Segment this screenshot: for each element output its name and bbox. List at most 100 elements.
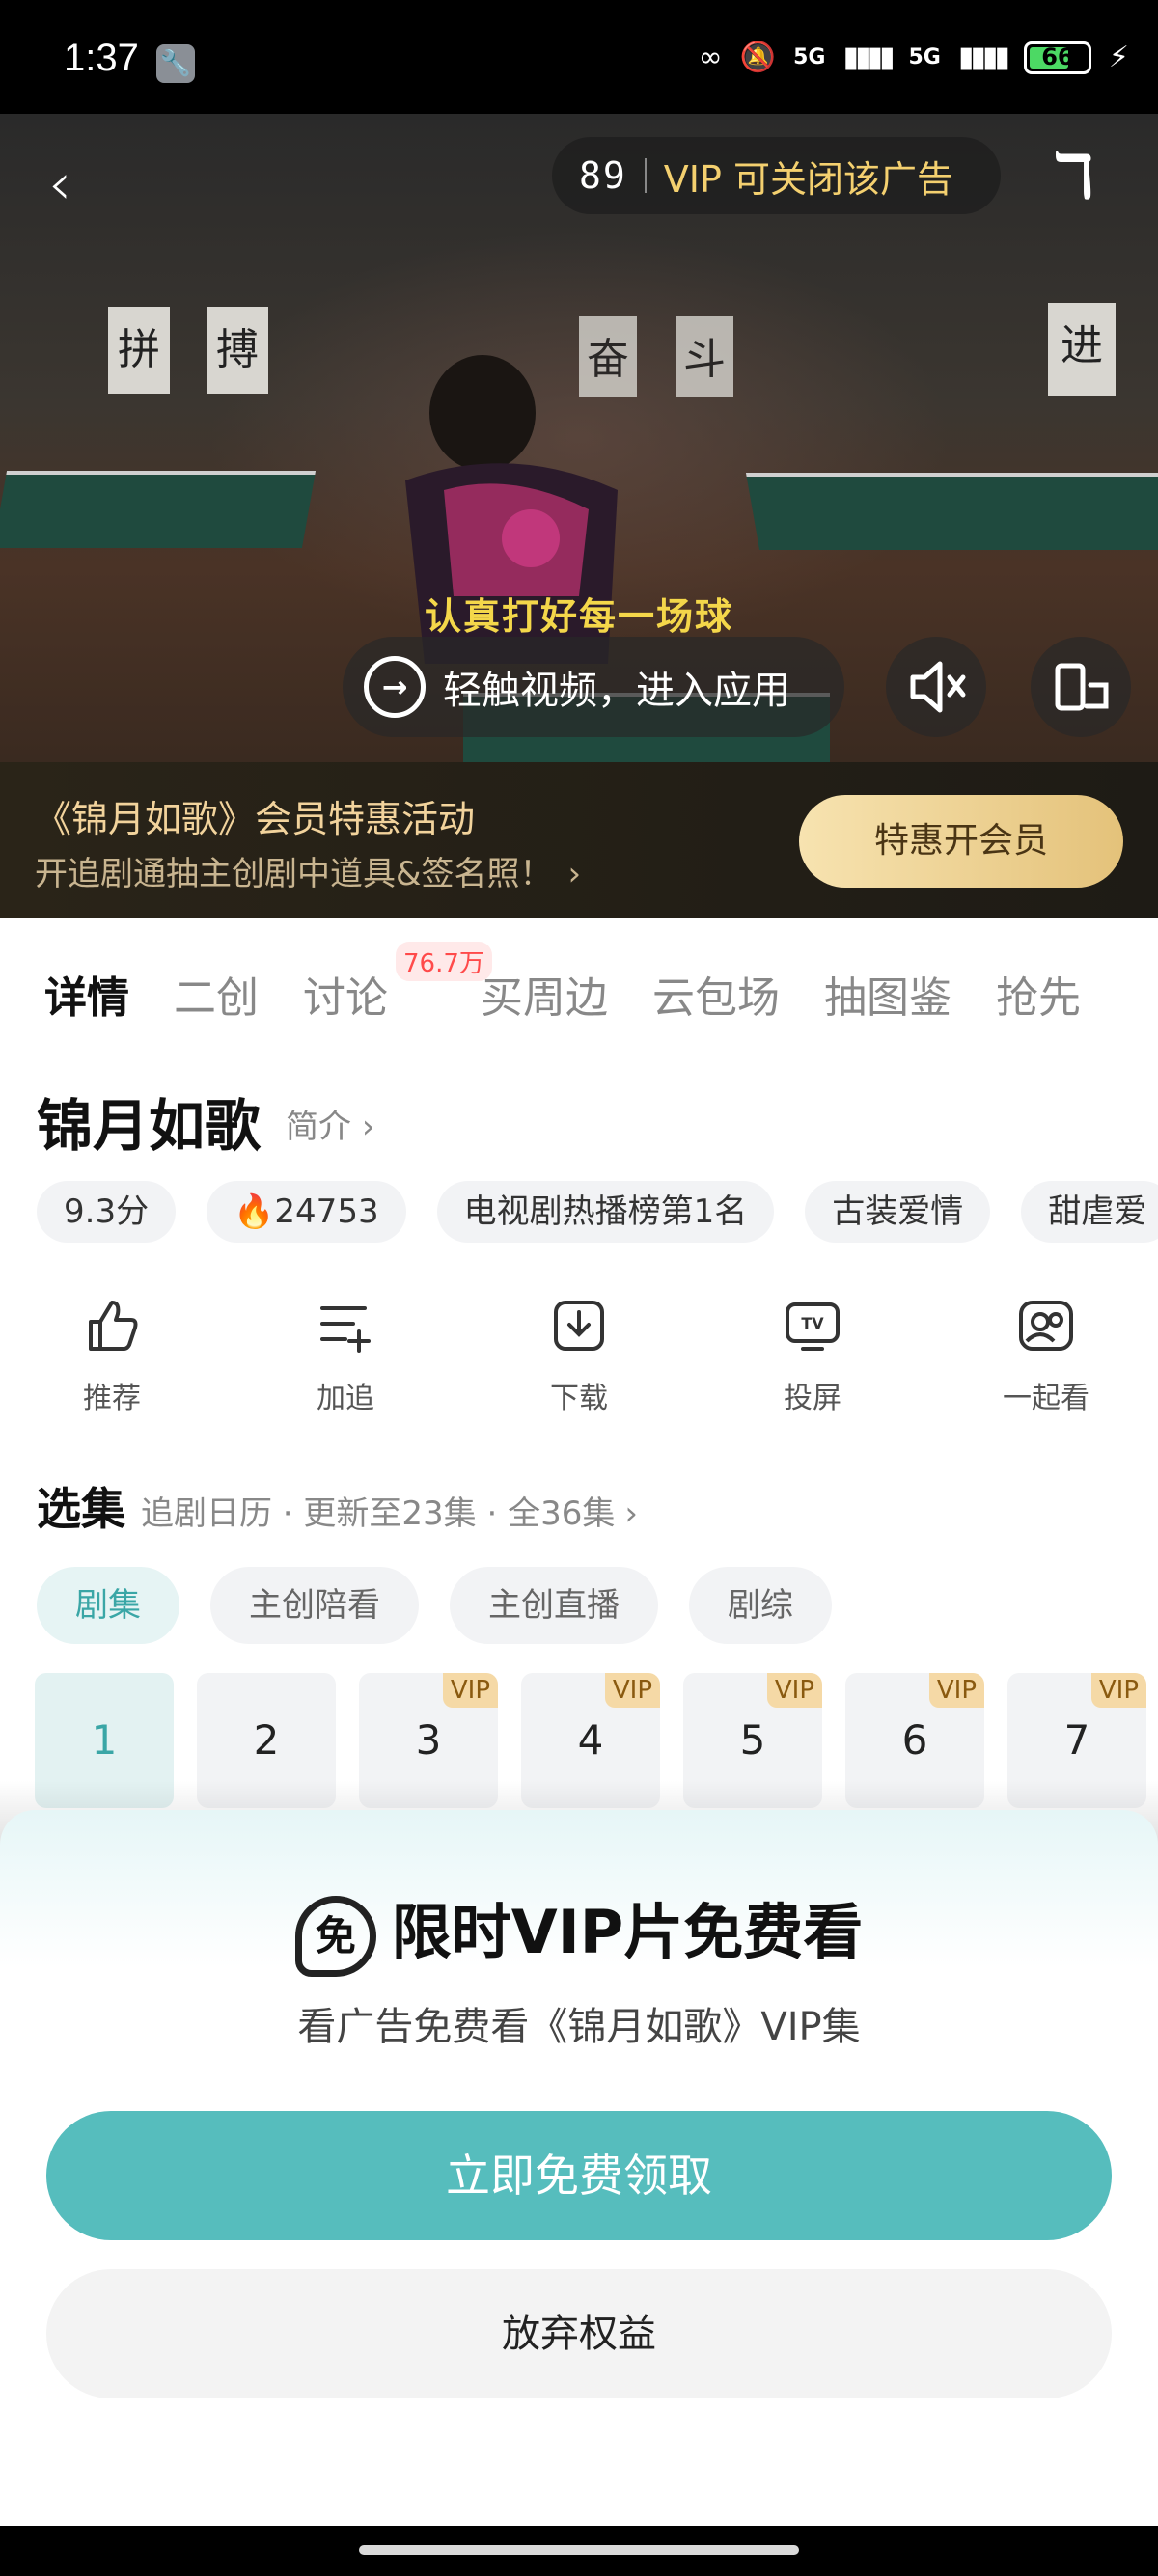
intro-link[interactable]: 简介 ›: [286, 1100, 374, 1147]
wall-banner: 斗: [676, 316, 733, 397]
show-tags: 9.3分 🔥24753 电视剧热播榜第1名 古装爱情 甜虐爱: [37, 1181, 1158, 1243]
episode-item[interactable]: 2: [197, 1673, 336, 1808]
episode-type-tabs: 剧集 主创陪看 主创直播 剧综: [37, 1567, 863, 1644]
china-telecom-logo-icon[interactable]: ℸ: [1052, 141, 1094, 212]
rank-chip[interactable]: 电视剧热播榜第1名: [436, 1181, 775, 1243]
claim-free-button[interactable]: 立即免费领取: [46, 2111, 1112, 2240]
ad-close-pill[interactable]: 89 VIP 可关闭该广告: [552, 137, 1001, 214]
heat-chip[interactable]: 🔥24753: [207, 1181, 406, 1243]
episode-item[interactable]: 3 VIP: [359, 1673, 498, 1808]
wall-banner: 拼: [108, 307, 170, 394]
video-top-bar: ‹ 89 VIP 可关闭该广告 ℸ: [0, 114, 1158, 239]
tab-derivative[interactable]: 二创: [174, 963, 259, 1025]
bell-muted-icon: 🔕: [739, 41, 777, 74]
sheet-title-text: 限时VIP片免费看: [391, 1897, 864, 1967]
cast-button[interactable]: TV 投屏: [735, 1295, 890, 1416]
rating-chip[interactable]: 9.3分: [37, 1181, 177, 1243]
episode-list: 1 2 3 VIP 4 VIP 5 VIP 6 VIP 7 VIP: [35, 1673, 1158, 1808]
ad-countdown: 89: [579, 154, 627, 197]
tv-icon: TV: [786, 1302, 840, 1351]
action-row: 推荐 加追 下载 TV 投屏 一起看: [0, 1295, 1158, 1415]
episode-item[interactable]: 7 VIP: [1007, 1673, 1146, 1808]
episode-number: 1: [91, 1716, 118, 1764]
mute-button[interactable]: [886, 637, 986, 737]
episode-item[interactable]: 4 VIP: [521, 1673, 660, 1808]
video-player[interactable]: 拼 搏 奋 斗 进 ‹ 89 VIP 可关闭该广告 ℸ 认真打好每一场球 → 轻…: [0, 114, 1158, 762]
show-title: 锦月如歌: [37, 1093, 262, 1159]
follow-button[interactable]: 加追: [268, 1295, 423, 1416]
recommend-button[interactable]: 推荐: [35, 1295, 189, 1416]
genre-chip[interactable]: 古装爱情: [805, 1181, 991, 1243]
tab-label: 云包场: [652, 973, 780, 1023]
free-vip-sheet: 免限时VIP片免费看 看广告免费看《锦月如歌》VIP集 立即免费领取 放弃权益: [0, 1810, 1158, 2526]
enter-app-button[interactable]: → 轻触视频，进入应用: [343, 637, 844, 737]
detail-tabs: 详情 二创 讨论 76.7万 买周边 云包场 抽图鉴 抢先: [44, 942, 1125, 1025]
download-icon: [554, 1301, 604, 1351]
rotate-screen-button[interactable]: [1031, 637, 1131, 737]
genre-chip[interactable]: 甜虐爱: [1021, 1181, 1158, 1243]
tab-discussion[interactable]: 讨论 76.7万: [303, 942, 492, 1025]
tab-merch[interactable]: 买周边: [481, 963, 608, 1025]
recommend-label: 推荐: [83, 1382, 141, 1415]
table-left: [0, 471, 317, 548]
signal-bars-icon-2: ▮▮▮▮: [957, 41, 1010, 74]
tab-label: 二创: [174, 973, 259, 1023]
video-subtitle: 认真打好每一场球: [424, 595, 733, 638]
discount-vip-button[interactable]: 特惠开会员: [799, 795, 1123, 888]
give-up-button[interactable]: 放弃权益: [46, 2269, 1112, 2398]
tab-cast-commentary[interactable]: 主创陪看: [210, 1567, 419, 1644]
tab-label: 讨论: [303, 973, 388, 1023]
home-indicator[interactable]: [359, 2545, 799, 2555]
chevron-right-icon: ›: [361, 1108, 375, 1146]
chevron-right-icon: ›: [567, 855, 582, 893]
wall-banner: 进: [1048, 303, 1116, 396]
status-icons: ∞ 🔕 5G ▮▮▮▮ 5G ▮▮▮▮ 66 ⚡: [699, 41, 1129, 74]
back-icon[interactable]: ‹: [48, 151, 71, 218]
chevron-right-icon: ›: [624, 1494, 638, 1533]
status-time: 1:37: [64, 37, 139, 79]
tab-cloud-screening[interactable]: 云包场: [652, 963, 780, 1025]
episode-number: 3: [415, 1716, 442, 1764]
battery-level: 66: [1041, 42, 1074, 70]
download-label: 下载: [550, 1382, 608, 1415]
speaker-muted-icon: [910, 661, 966, 713]
tab-label: 抽图鉴: [824, 973, 951, 1023]
follow-label: 加追: [317, 1382, 374, 1415]
sheet-title: 免限时VIP片免费看: [0, 1883, 1158, 1977]
divider: [644, 158, 647, 193]
selection-heading: 选集: [37, 1483, 125, 1535]
svg-text:TV: TV: [801, 1314, 824, 1332]
signal-bars-icon: ▮▮▮▮: [842, 41, 895, 74]
enter-arrow-icon: →: [364, 656, 426, 718]
watch-together-label: 一起看: [1003, 1382, 1089, 1415]
episode-item[interactable]: 5 VIP: [683, 1673, 822, 1808]
tab-label: 抢先: [996, 973, 1081, 1023]
episode-item[interactable]: 1: [35, 1673, 174, 1808]
tab-cast-live[interactable]: 主创直播: [450, 1567, 658, 1644]
thumb-up-icon: [89, 1301, 138, 1351]
download-button[interactable]: 下载: [502, 1295, 656, 1416]
signal-5g-icon-2: 5G: [908, 45, 941, 69]
tab-early-access[interactable]: 抢先: [996, 963, 1081, 1025]
wall-banner: 搏: [207, 307, 268, 394]
ad-close-text: VIP 可关闭该广告: [663, 157, 953, 201]
promo-subtitle[interactable]: 开追剧通抽主创剧中道具&签名照！ ›: [35, 847, 581, 894]
vip-promo-banner[interactable]: 《锦月如歌》会员特惠活动 开追剧通抽主创剧中道具&签名照！ › 特惠开会员: [0, 762, 1158, 918]
episode-number: 6: [901, 1716, 928, 1764]
vip-badge: VIP: [928, 1673, 984, 1708]
tab-label: 买周边: [481, 973, 608, 1023]
battery-icon: 66: [1023, 41, 1091, 74]
promo-subtitle-text: 开追剧通抽主创剧中道具&签名照！: [35, 855, 553, 893]
add-list-icon: [320, 1306, 371, 1353]
episode-selection-header[interactable]: 选集 追剧日历 · 更新至23集 · 全36集 ›: [37, 1474, 638, 1538]
tab-card-draw[interactable]: 抽图鉴: [824, 963, 951, 1025]
episode-number: 5: [739, 1716, 766, 1764]
tab-episodes[interactable]: 剧集: [37, 1567, 179, 1644]
tab-variety[interactable]: 剧综: [689, 1567, 832, 1644]
watch-together-button[interactable]: 一起看: [969, 1295, 1123, 1416]
tab-label: 详情: [44, 973, 129, 1023]
tab-details[interactable]: 详情: [44, 963, 129, 1025]
episode-item[interactable]: 6 VIP: [845, 1673, 984, 1808]
discussion-count-badge: 76.7万: [396, 942, 492, 981]
rotate-screen-icon: [1055, 663, 1109, 711]
